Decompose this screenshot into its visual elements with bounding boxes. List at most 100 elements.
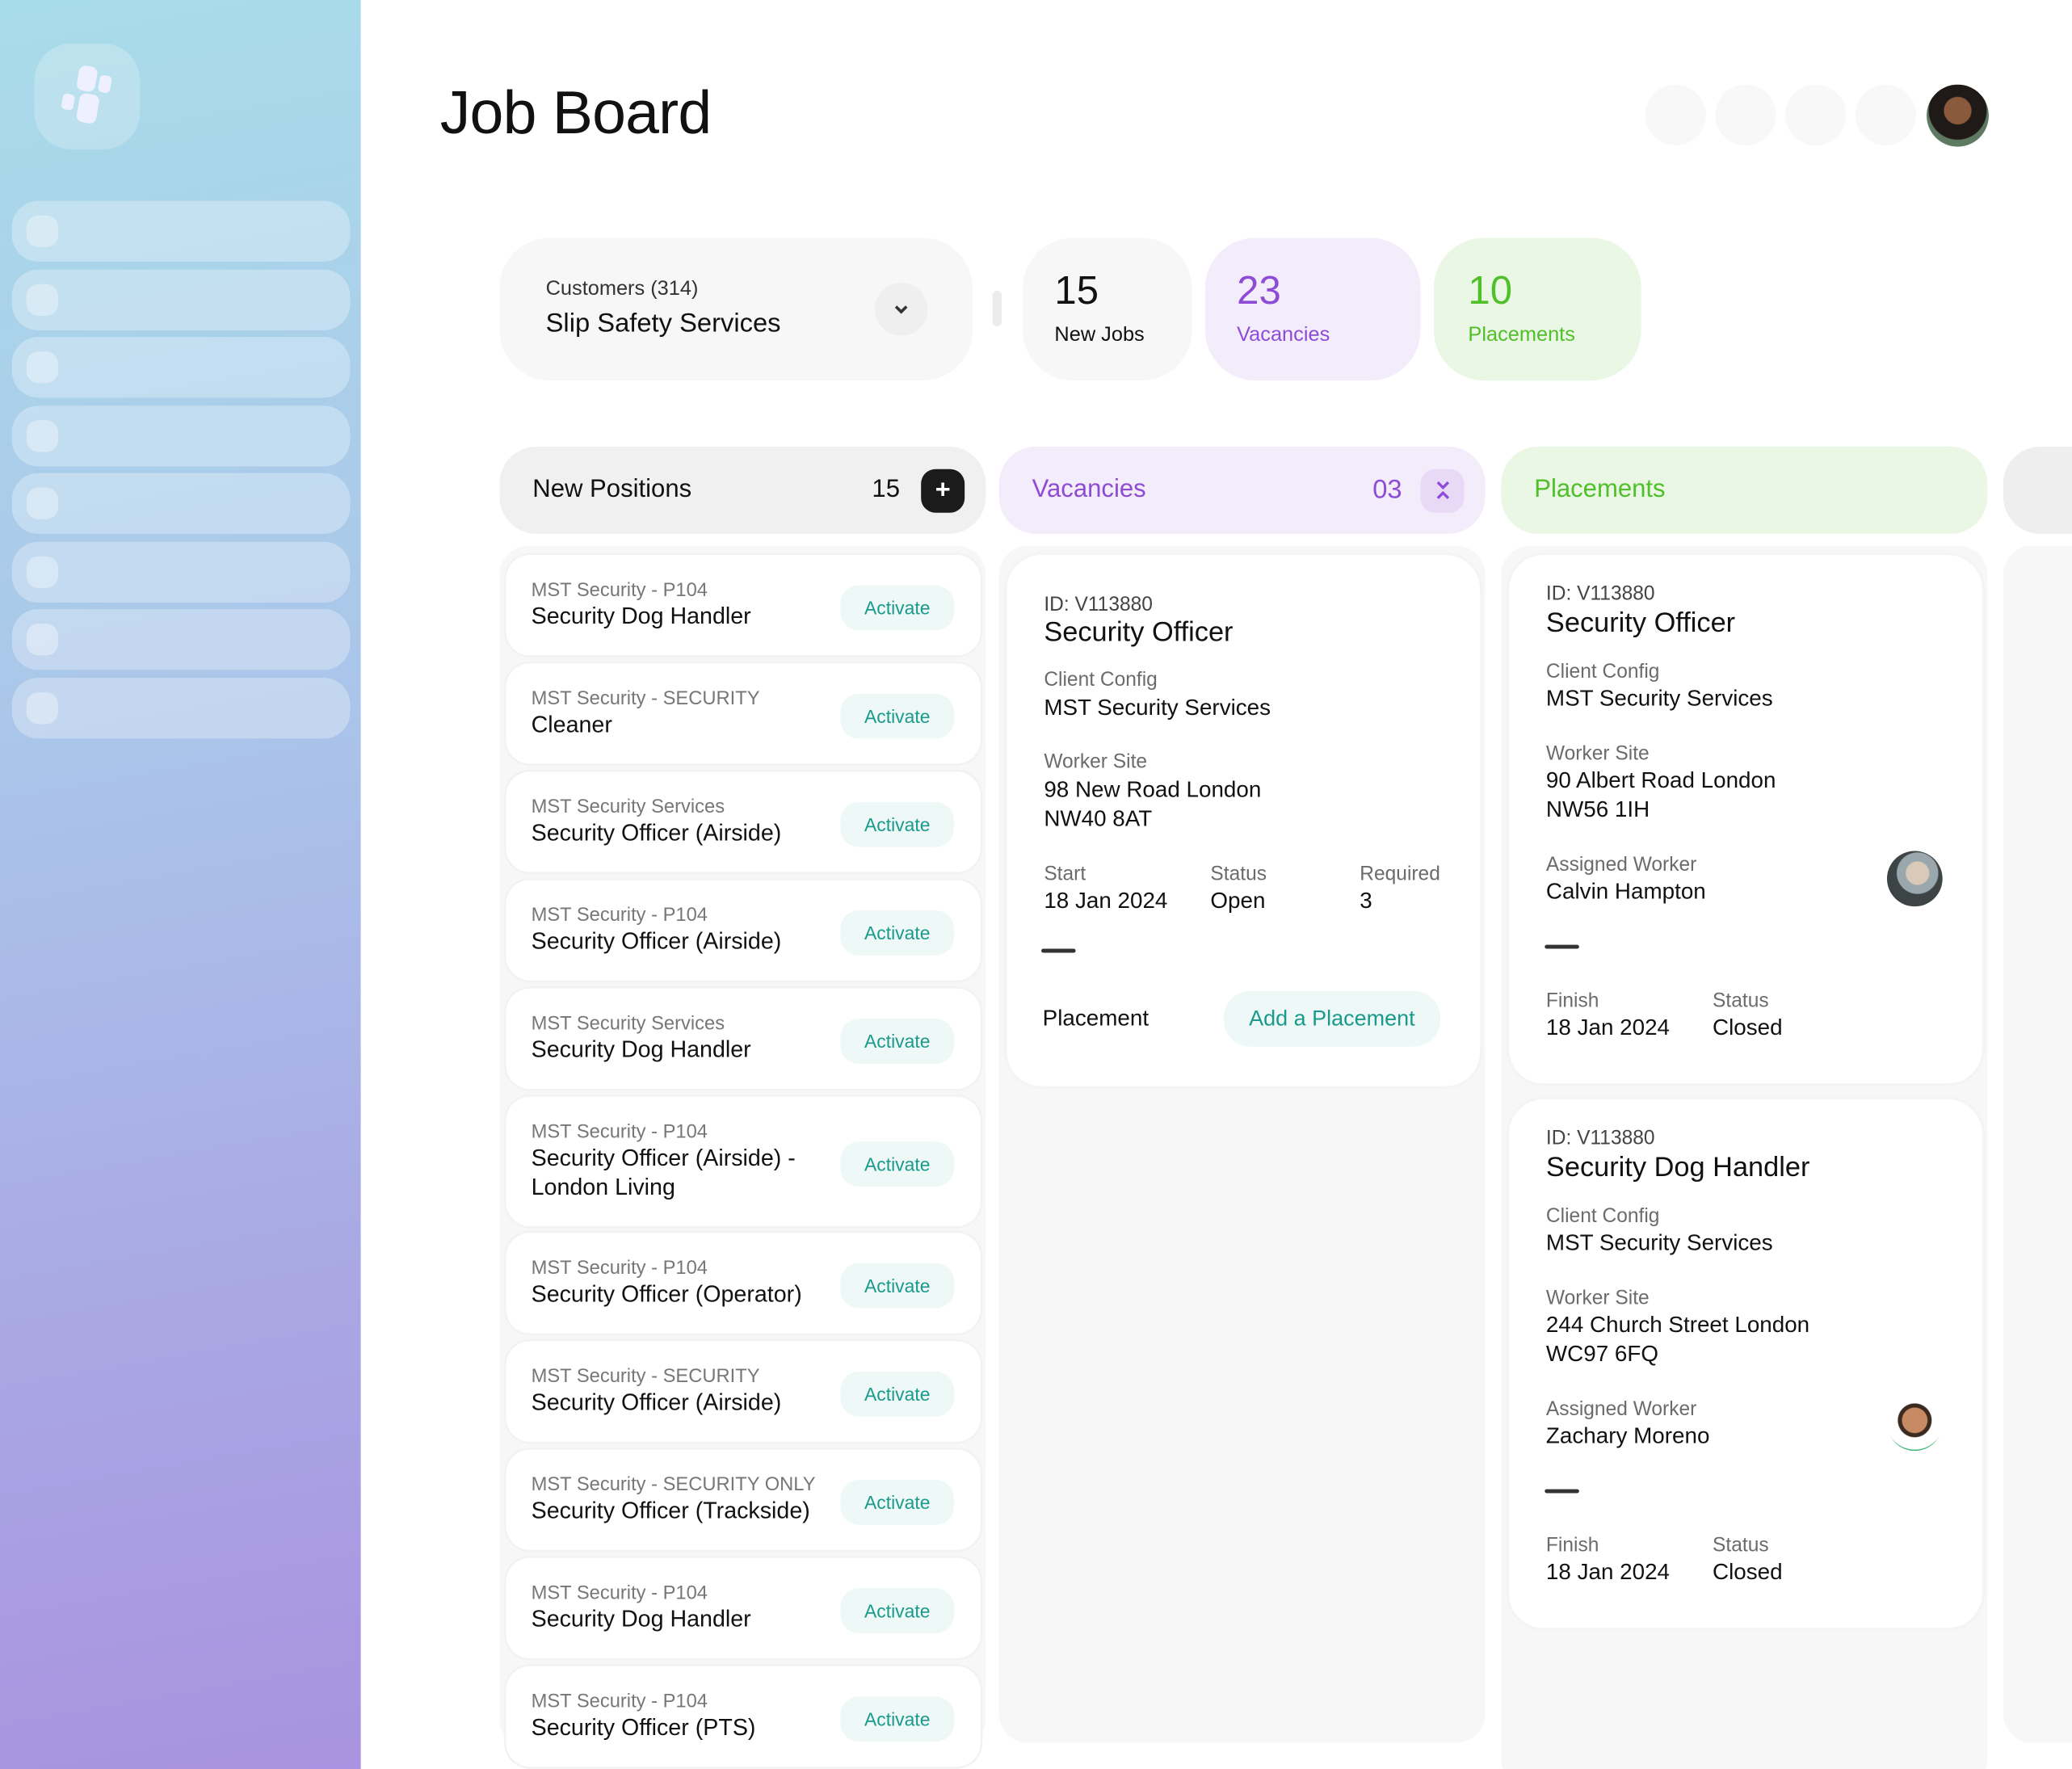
finish-value: 18 Jan 2024 (1545, 1015, 1671, 1040)
sidebar-item[interactable] (11, 473, 351, 534)
position-item[interactable]: MST Security - P104 Security Dog Handler… (506, 1557, 981, 1658)
column-header-placements: Placements (1501, 446, 1988, 534)
activate-button[interactable]: Activate (840, 1588, 955, 1633)
activate-button[interactable]: Activate (840, 693, 955, 739)
chevron-down-icon[interactable] (874, 283, 928, 336)
activate-button[interactable]: Activate (840, 585, 955, 631)
worker-label: Assigned Worker (1545, 1397, 1697, 1421)
site-line1: 98 New Road London (1044, 776, 1262, 802)
header-action-button[interactable] (1855, 84, 1916, 145)
position-title: Security Dog Handler (531, 602, 751, 629)
position-item[interactable]: MST Security - P104 Security Officer (Ai… (506, 880, 981, 981)
position-title: Cleaner (531, 711, 612, 737)
position-company: MST Security - P104 (531, 1121, 708, 1144)
position-title: Security Officer (Trackside) (531, 1497, 810, 1524)
nav-icon (26, 556, 58, 588)
placement-id: ID: V113880 (1545, 582, 1655, 606)
sidebar-item[interactable] (11, 200, 351, 262)
vacancy-title: Security Officer (1044, 616, 1234, 648)
activate-button[interactable]: Activate (840, 1019, 955, 1064)
stat-label: Vacancies (1237, 323, 1330, 347)
activate-button[interactable]: Activate (840, 1480, 955, 1525)
stat-new-jobs[interactable]: 15 New Jobs (1023, 237, 1192, 381)
column-header-next (2003, 446, 2072, 534)
sidebar-item[interactable] (11, 609, 351, 670)
sidebar-item[interactable] (11, 337, 351, 398)
header-action-button[interactable] (1645, 84, 1706, 145)
site-line1: 90 Albert Road London (1545, 767, 1776, 793)
position-item[interactable]: MST Security - P104 Security Dog Handler… (506, 555, 981, 656)
client-value: MST Security Services (1545, 686, 1773, 712)
column-count: 15 (872, 475, 901, 504)
placement-title: Security Dog Handler (1545, 1152, 1810, 1183)
sidebar-item[interactable] (11, 269, 351, 330)
user-avatar[interactable] (1927, 84, 1989, 147)
divider (1041, 948, 1076, 953)
app-logo[interactable] (34, 43, 141, 149)
nav-icon (26, 420, 58, 452)
nav-icon (26, 624, 58, 656)
nav-icon (26, 351, 58, 384)
add-placement-button[interactable]: Add a Placement (1223, 990, 1441, 1047)
customer-label: Customers (314) (545, 277, 699, 300)
client-label: Client Config (1545, 660, 1660, 683)
client-value: MST Security Services (1545, 1229, 1773, 1256)
placement-card[interactable]: ID: V113880 Security Officer Client Conf… (1509, 555, 1982, 1084)
activate-button[interactable]: Activate (840, 1372, 955, 1417)
nav-icon (26, 692, 58, 725)
position-title: Security Officer (Operator) (531, 1280, 802, 1307)
customer-selector[interactable]: Customers (314) Slip Safety Services (499, 237, 973, 381)
position-title: Security Dog Handler (531, 1036, 751, 1063)
position-item[interactable]: MST Security - SECURITY Cleaner Activate (506, 663, 981, 764)
collapse-icon[interactable] (1420, 468, 1465, 512)
header-action-button[interactable] (1785, 84, 1847, 145)
stat-value: 15 (1054, 269, 1099, 313)
nav-icon (26, 215, 58, 247)
activate-button[interactable]: Activate (840, 1141, 955, 1187)
worker-avatar[interactable] (1886, 1395, 1943, 1452)
vacancy-card[interactable]: ID: V113880 Security Officer Client Conf… (1007, 555, 1481, 1086)
activate-button[interactable]: Activate (840, 910, 955, 956)
worker-label: Assigned Worker (1545, 853, 1697, 876)
position-item[interactable]: MST Security - SECURITY ONLY Security Of… (506, 1449, 981, 1550)
finish-label: Finish (1545, 1534, 1599, 1557)
site-label: Worker Site (1044, 750, 1148, 773)
placement-card[interactable]: ID: V113880 Security Dog Handler Client … (1509, 1099, 1982, 1628)
position-title: Security Officer (Airside) (531, 1389, 782, 1415)
position-title: Security Officer (Airside) (531, 819, 782, 846)
activate-button[interactable]: Activate (840, 1696, 955, 1742)
customer-value: Slip Safety Services (545, 309, 781, 338)
status-label: Status (1713, 1534, 1769, 1557)
nav-icon (26, 487, 58, 519)
sidebar-item[interactable] (11, 405, 351, 467)
stat-value: 23 (1237, 269, 1281, 313)
position-item[interactable]: MST Security Services Security Dog Handl… (506, 988, 981, 1089)
page-title: Job Board (439, 78, 712, 147)
sidebar-item[interactable] (11, 541, 351, 603)
activate-button[interactable]: Activate (840, 801, 955, 847)
scroll-handle[interactable] (992, 290, 1002, 327)
position-item[interactable]: MST Security - SECURITY Security Officer… (506, 1341, 981, 1442)
column-header-new-positions: New Positions 15 + (499, 446, 986, 534)
stat-placements[interactable]: 10 Placements (1433, 237, 1641, 381)
activate-button[interactable]: Activate (840, 1263, 955, 1309)
required-value: 3 (1360, 888, 1372, 914)
sidebar (0, 0, 361, 1769)
position-title: Security Officer (PTS) (531, 1713, 756, 1741)
column-count: 03 (1372, 475, 1402, 505)
site-label: Worker Site (1545, 742, 1650, 766)
position-item[interactable]: MST Security - P104 Security Officer (Ai… (506, 1096, 981, 1227)
position-item[interactable]: MST Security Services Security Officer (… (506, 771, 981, 872)
site-line2: NW40 8AT (1044, 805, 1153, 831)
worker-avatar[interactable] (1886, 851, 1943, 907)
status-value: Open (1210, 888, 1266, 914)
stat-vacancies[interactable]: 23 Vacancies (1204, 237, 1421, 381)
placement-title: Security Officer (1545, 607, 1736, 639)
position-item[interactable]: MST Security - P104 Security Officer (Op… (506, 1233, 981, 1334)
site-line1: 244 Church Street London (1545, 1312, 1810, 1338)
plus-icon[interactable]: + (921, 468, 965, 512)
position-title: Security Dog Handler (531, 1605, 751, 1632)
sidebar-item[interactable] (11, 678, 351, 739)
position-item[interactable]: MST Security - P104 Security Officer (PT… (506, 1666, 981, 1767)
header-action-button[interactable] (1715, 84, 1776, 145)
